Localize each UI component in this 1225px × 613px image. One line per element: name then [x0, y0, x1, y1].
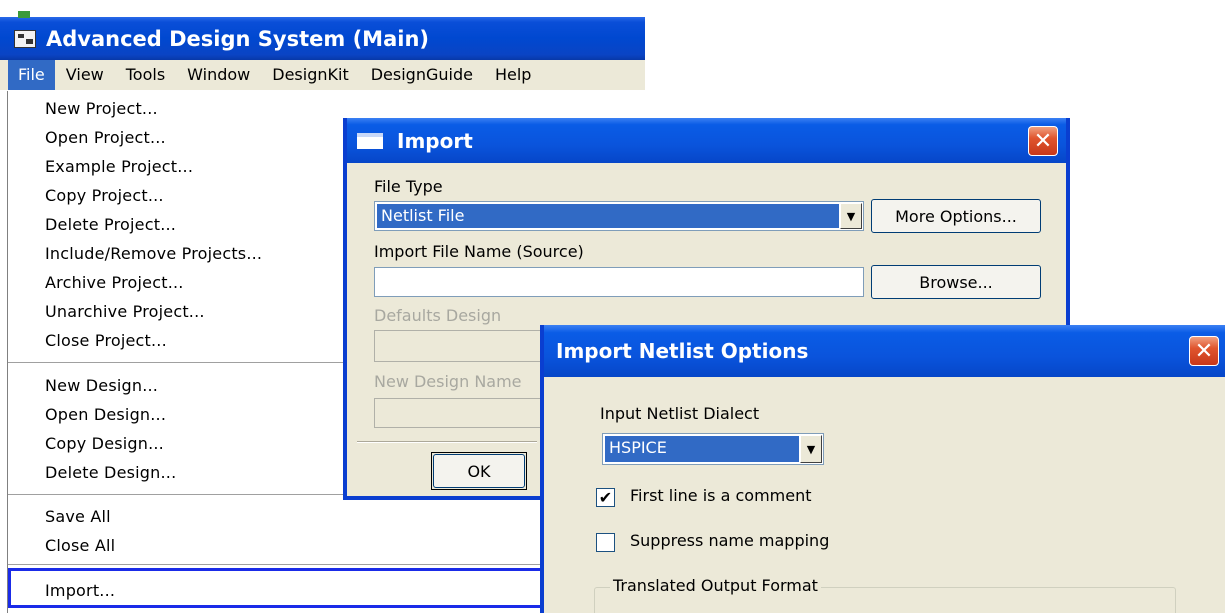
- defaults-design-label: Defaults Design: [374, 306, 502, 325]
- window-icon: [357, 132, 383, 149]
- menu-designguide[interactable]: DesignGuide: [360, 60, 484, 90]
- chevron-down-icon[interactable]: ▼: [840, 203, 862, 229]
- close-icon[interactable]: ✕: [1189, 336, 1219, 366]
- menu-close-all[interactable]: Close All: [45, 536, 115, 555]
- menubar: File View Tools Window DesignKit DesignG…: [0, 60, 645, 90]
- new-design-name-label: New Design Name: [374, 372, 522, 391]
- suppress-name-mapping-label: Suppress name mapping: [630, 531, 830, 550]
- menu-delete-project[interactable]: Delete Project...: [45, 215, 176, 234]
- source-file-input[interactable]: [374, 267, 864, 297]
- dialect-select[interactable]: HSPICE ▼: [602, 433, 824, 465]
- more-options-button[interactable]: More Options...: [871, 199, 1041, 233]
- menu-open-project[interactable]: Open Project...: [45, 128, 166, 147]
- new-design-name-input: [374, 398, 549, 428]
- ads-app-icon-badge: [18, 11, 30, 18]
- menu-import[interactable]: Import...: [45, 581, 115, 600]
- menu-tools[interactable]: Tools: [115, 60, 176, 90]
- ok-button[interactable]: OK: [433, 454, 525, 488]
- first-line-comment-checkbox[interactable]: ✔: [596, 488, 615, 507]
- menu-view[interactable]: View: [55, 60, 115, 90]
- menu-file[interactable]: File: [8, 60, 55, 90]
- file-type-select[interactable]: Netlist File ▼: [374, 201, 864, 231]
- menu-open-design[interactable]: Open Design...: [45, 405, 166, 424]
- menu-designkit[interactable]: DesignKit: [261, 60, 359, 90]
- suppress-name-mapping-checkbox[interactable]: [596, 533, 615, 552]
- file-type-label: File Type: [374, 177, 443, 196]
- menu-unarchive-project[interactable]: Unarchive Project...: [45, 302, 205, 321]
- chevron-down-icon[interactable]: ▼: [800, 435, 822, 463]
- menu-window[interactable]: Window: [176, 60, 261, 90]
- import-dialog-title-bar[interactable]: Import ✕: [347, 118, 1066, 163]
- menu-delete-design[interactable]: Delete Design...: [45, 463, 176, 482]
- import-dialog-title: Import: [397, 128, 473, 153]
- menu-copy-design[interactable]: Copy Design...: [45, 434, 164, 453]
- output-format-group-label: Translated Output Format: [610, 576, 821, 595]
- menu-copy-project[interactable]: Copy Project...: [45, 186, 164, 205]
- import-netlist-options-dialog: Import Netlist Options ✕ Input Netlist D…: [540, 325, 1225, 613]
- defaults-design-input: [374, 330, 549, 362]
- menu-new-design[interactable]: New Design...: [45, 376, 158, 395]
- close-icon[interactable]: ✕: [1028, 126, 1058, 156]
- source-file-label: Import File Name (Source): [374, 242, 584, 261]
- menu-archive-project[interactable]: Archive Project...: [45, 273, 184, 292]
- main-title-bar[interactable]: Advanced Design System (Main): [0, 17, 645, 60]
- file-type-value: Netlist File: [377, 204, 839, 228]
- dialect-label: Input Netlist Dialect: [600, 404, 760, 423]
- dialect-value: HSPICE: [605, 436, 799, 462]
- first-line-comment-label: First line is a comment: [630, 486, 812, 505]
- dialog-divider: [357, 441, 537, 443]
- netlist-dialog-title: Import Netlist Options: [556, 339, 809, 363]
- menu-example-project[interactable]: Example Project...: [45, 157, 193, 176]
- menu-save-all[interactable]: Save All: [45, 507, 111, 526]
- netlist-dialog-title-bar[interactable]: Import Netlist Options ✕: [544, 325, 1225, 377]
- menu-new-project[interactable]: New Project...: [45, 99, 158, 118]
- menu-close-project[interactable]: Close Project...: [45, 331, 167, 350]
- menu-help[interactable]: Help: [484, 60, 542, 90]
- main-window-title: Advanced Design System (Main): [46, 26, 429, 51]
- menu-include-remove-projects[interactable]: Include/Remove Projects...: [45, 244, 262, 263]
- browse-button[interactable]: Browse...: [871, 265, 1041, 299]
- ads-app-icon: [14, 29, 36, 48]
